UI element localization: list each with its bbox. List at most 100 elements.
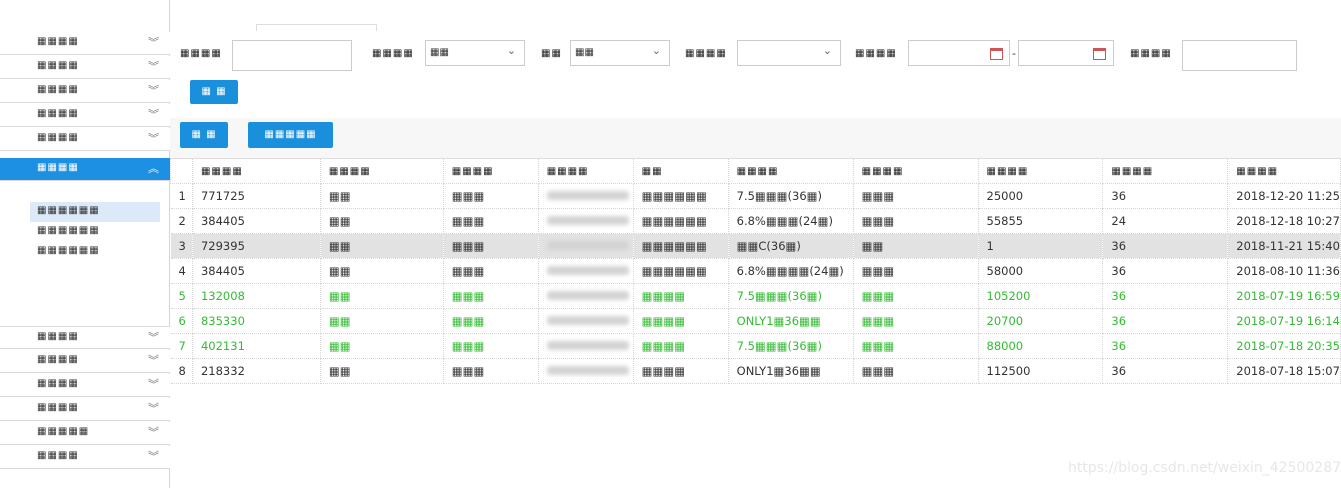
sidebar-item-3[interactable]: ▦▦▦▦ ︾ [0,80,170,103]
table-row[interactable]: 5 132008 ▦▦ ▦▦▦ ▦▦▦▦ 7.5▦▦▦(36▦) ▦▦▦ 105200 36 20… [170,283,1341,309]
table-cell: ▦▦▦ [852,183,979,209]
filter-label-4: ▦▦▦▦ [685,48,727,59]
table-cell: 1 [977,233,1104,259]
table-cell: ▦▦ [319,233,444,259]
table-header[interactable]: ▦▦▦▦ [1227,158,1341,184]
filter-select-3[interactable]: ▦▦ ⌄ [570,40,670,66]
table-row[interactable]: 2 384405 ▦▦ ▦▦▦ ▦▦▦▦▦▦ 6.8%▦▦▦(24▦) ▦▦▦ 55855 24… [170,208,1341,234]
select-value: ▦▦ [430,47,449,58]
sidebar-item-label: ▦▦▦▦ [37,402,79,413]
table-header[interactable]: ▦▦▦▦ [977,158,1104,184]
sidebar-item-label: ▦▦▦▦ [37,132,79,143]
submenu-item-1[interactable]: ▦▦▦▦▦▦ [30,202,160,222]
table-cell: 771725 [191,183,321,209]
toolbar [170,118,1341,158]
redacted-value [546,191,629,200]
calendar-icon[interactable] [1093,48,1106,60]
sidebar-item-12[interactable]: ▦▦▦▦ ︾ [0,446,170,469]
sidebar-item-label: ▦▦▦▦ [37,378,79,389]
filter-select-4[interactable]: ⌄ [737,40,841,66]
sidebar-item-11[interactable]: ▦▦▦▦▦ ︾ [0,422,170,445]
table-row[interactable]: 7 402131 ▦▦ ▦▦▦ ▦▦▦▦ 7.5▦▦▦(36▦) ▦▦▦ 88000 36 201… [170,333,1341,359]
table-cell: ▦▦ [852,233,979,259]
table-row[interactable]: 8 218332 ▦▦ ▦▦▦ ▦▦▦▦ ONLY1▦36▦▦ ▦▦▦ 112500 36 201… [170,358,1341,384]
table-cell: 36 [1102,233,1229,259]
table-cell: ▦▦▦ [852,258,979,284]
table-cell: 6.8%▦▦▦(24▦) [727,208,854,234]
table-row[interactable]: 4 384405 ▦▦ ▦▦▦ ▦▦▦▦▦▦ 6.8%▦▦▦▦(24▦) ▦▦▦ 58000 3… [170,258,1341,284]
sidebar-item-active[interactable]: ▦▦▦▦ ︽ [0,158,170,181]
table-cell: 36 [1102,258,1229,284]
sidebar-item-1[interactable]: ▦▦▦▦ ︾ [0,32,170,55]
table-cell: ▦▦▦ [442,333,539,359]
row-index: 4 [170,258,193,284]
filter-input-1[interactable] [232,40,352,71]
sidebar-item-5[interactable]: ▦▦▦▦ ︾ [0,128,170,151]
table-header[interactable]: ▦▦▦▦ [852,158,979,184]
sidebar-item-label: ▦▦▦▦ [37,84,79,95]
chevron-down-icon: ︾ [148,354,159,367]
table-cell: 25000 [977,183,1104,209]
submenu-item-3[interactable]: ▦▦▦▦▦▦ [30,242,160,262]
table-row[interactable]: 1 771725 ▦▦ ▦▦▦ ▦▦▦▦▦▦ 7.5▦▦▦(36▦) ▦▦▦ 25000 36 2… [170,183,1341,209]
table-cell: 218332 [191,358,321,384]
search-button[interactable]: ▦ ▦ [190,80,238,104]
table-cell: ▦▦▦▦▦▦ [632,208,729,234]
tab-active[interactable] [256,24,377,31]
table-header[interactable]: ▦▦▦▦ [727,158,854,184]
table-cell: 2018-11-21 15:40 [1227,233,1341,259]
table-header[interactable]: ▦▦ [632,158,729,184]
data-table: ▦▦▦▦ ▦▦▦▦ ▦▦▦▦ ▦▦▦▦ ▦▦ ▦▦▦▦ ▦▦▦▦ ▦▦▦▦ ▦▦… [170,158,1341,384]
table-cell: 6.8%▦▦▦▦(24▦) [727,258,854,284]
table-cell: ▦▦▦ [442,283,539,309]
chevron-down-icon: ︾ [148,402,159,415]
table-header[interactable]: ▦▦▦▦ [319,158,444,184]
watermark: https://blog.csdn.net/weixin_42500287 [1068,460,1341,476]
calendar-icon[interactable] [990,48,1003,60]
toolbar-button-2[interactable]: ▦▦▦▦▦ [248,122,333,148]
filter-input-6[interactable] [1182,40,1297,71]
filter-select-2[interactable]: ▦▦ ⌄ [425,40,525,66]
table-header[interactable]: ▦▦▦▦ [442,158,539,184]
table-row[interactable]: 6 835330 ▦▦ ▦▦▦ ▦▦▦▦ ONLY1▦36▦▦ ▦▦▦ 20700 36 2018… [170,308,1341,334]
row-index: 2 [170,208,193,234]
table-header[interactable]: ▦▦▦▦ [1102,158,1229,184]
sidebar-item-9[interactable]: ▦▦▦▦ ︾ [0,374,170,397]
sidebar-item-label: ▦▦▦▦ [37,36,79,47]
table-cell: ▦▦▦ [442,358,539,384]
table-cell: ▦▦ [319,283,444,309]
chevron-down-icon: ︾ [148,378,159,391]
table-cell-redacted [537,208,634,234]
table-cell: 2018-08-10 11:36 [1227,258,1341,284]
chevron-down-icon: ⌄ [651,44,661,57]
sidebar-item-label: ▦▦▦▦ [37,354,79,365]
sidebar-item-label: ▦▦▦▦ [37,162,79,173]
row-index: 8 [170,358,193,384]
sidebar-item-2[interactable]: ▦▦▦▦ ︾ [0,56,170,79]
table-cell: 36 [1102,358,1229,384]
row-index: 1 [170,183,193,209]
chevron-down-icon: ︾ [148,426,159,439]
sidebar-item-label: ▦▦▦▦ [37,108,79,119]
table-cell-redacted [537,358,634,384]
sidebar-item-label: ▦▦▦▦ [37,450,79,461]
table-header-index [170,158,193,184]
table-cell: 20700 [977,308,1104,334]
table-cell: 2018-07-19 16:14 [1227,308,1341,334]
table-cell: ▦▦▦ [852,333,979,359]
toolbar-button-1[interactable]: ▦ ▦ [180,122,228,148]
table-cell-redacted [537,283,634,309]
chevron-down-icon: ⌄ [506,44,516,57]
chevron-down-icon: ⌄ [822,44,832,57]
redacted-value [546,291,629,300]
filter-label-3: ▦▦ [541,48,562,59]
submenu-item-2[interactable]: ▦▦▦▦▦▦ [30,222,160,242]
table-row[interactable]: 3 729395 ▦▦ ▦▦▦ ▦▦▦▦▦▦ ▦▦C(36▦) ▦▦ 1 36 2018-11-2… [170,233,1341,259]
filter-label-2: ▦▦▦▦ [372,48,414,59]
sidebar-item-4[interactable]: ▦▦▦▦ ︾ [0,104,170,127]
sidebar-item-7[interactable]: ▦▦▦▦ ︾ [0,326,170,349]
table-header[interactable]: ▦▦▦▦ [191,158,321,184]
sidebar-item-10[interactable]: ▦▦▦▦ ︾ [0,398,170,421]
sidebar-item-8[interactable]: ▦▦▦▦ ︾ [0,350,170,373]
table-header[interactable]: ▦▦▦▦ [537,158,634,184]
